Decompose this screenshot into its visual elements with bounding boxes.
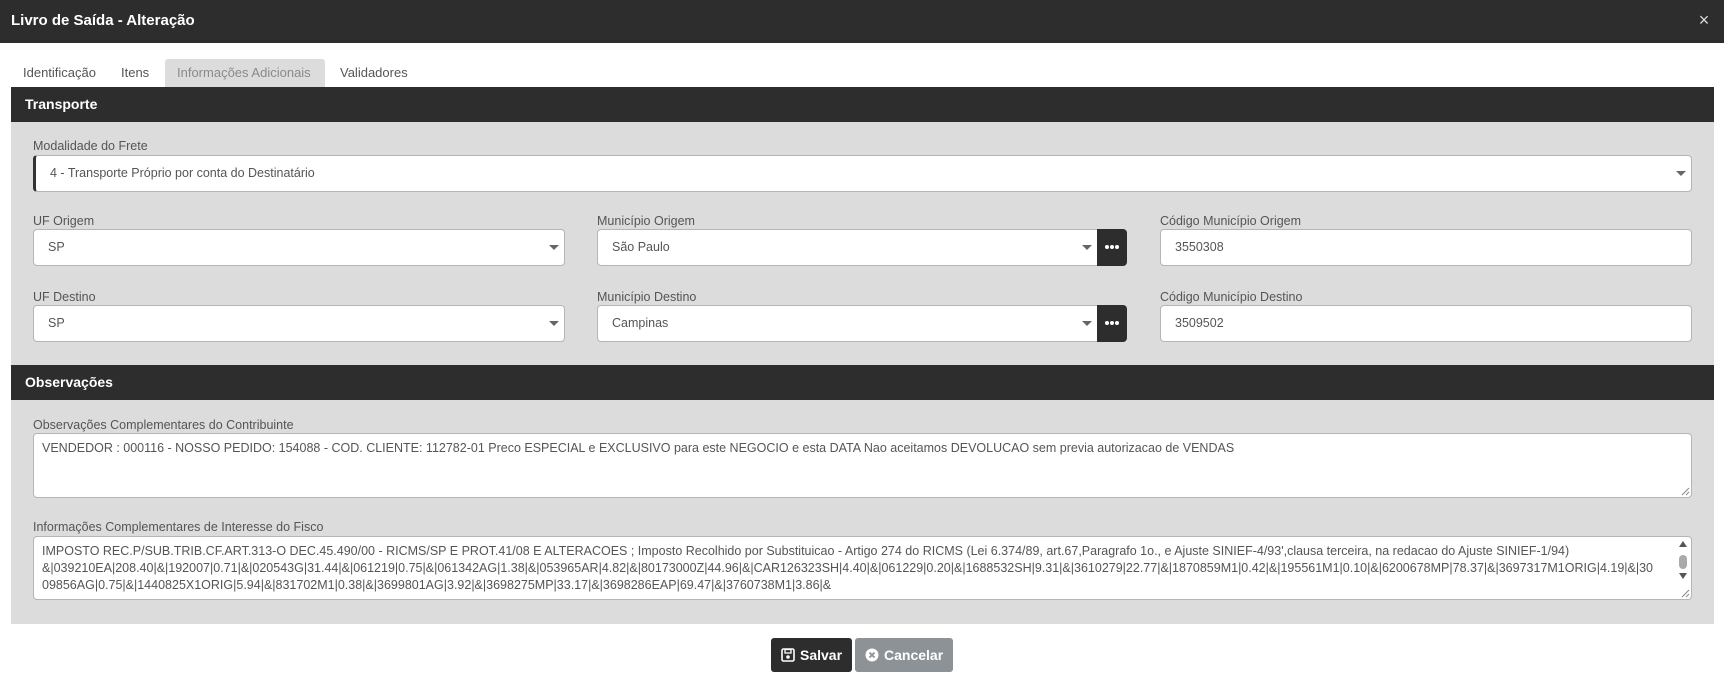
title-bar: Livro de Saída - Alteração × — [0, 0, 1724, 43]
content-panel: Transporte Modalidade do Frete 4 - Trans… — [11, 87, 1714, 624]
scroll-thumb[interactable] — [1679, 555, 1687, 569]
scrollbar[interactable] — [1677, 539, 1689, 595]
tab-identificacao[interactable]: Identificação — [11, 59, 108, 87]
save-button-label: Salvar — [800, 647, 843, 663]
resize-grip-icon[interactable] — [1680, 486, 1690, 496]
window-title: Livro de Saída - Alteração — [11, 12, 195, 29]
uf-destino-label: UF Destino — [33, 290, 96, 304]
close-icon[interactable]: × — [1694, 10, 1714, 30]
observacoes-contribuinte-label: Observações Complementares do Contribuin… — [33, 418, 294, 432]
chevron-down-icon — [549, 321, 559, 326]
tab-itens[interactable]: Itens — [109, 59, 161, 87]
uf-origem-value: SP — [48, 240, 65, 254]
codigo-municipio-destino-input[interactable]: 3509502 — [1160, 305, 1692, 342]
cancel-button-label: Cancelar — [884, 647, 944, 663]
municipio-destino-lookup-button[interactable] — [1097, 305, 1127, 342]
municipio-origem-select[interactable]: São Paulo — [597, 229, 1100, 266]
chevron-down-icon — [549, 245, 559, 250]
observacoes-contribuinte-text: VENDEDOR : 000116 - NOSSO PEDIDO: 154088… — [42, 441, 1235, 455]
municipio-origem-value: São Paulo — [612, 240, 670, 254]
more-icon — [1105, 321, 1119, 325]
informacoes-fisco-line: &|039210EA|208.40|&|192007|0.71|&|020543… — [42, 561, 1654, 575]
section-header-transporte: Transporte — [11, 87, 1714, 122]
codigo-municipio-destino-label: Código Município Destino — [1160, 290, 1303, 304]
municipio-origem-lookup-button[interactable] — [1097, 229, 1127, 266]
municipio-destino-value: Campinas — [612, 316, 669, 330]
scroll-down-icon[interactable] — [1679, 573, 1687, 579]
uf-destino-value: SP — [48, 316, 65, 330]
save-button[interactable]: Salvar — [771, 638, 852, 672]
chevron-down-icon — [1082, 245, 1092, 250]
chevron-down-icon — [1082, 321, 1092, 326]
chevron-down-icon — [1676, 171, 1686, 176]
codigo-municipio-origem-input[interactable]: 3550308 — [1160, 229, 1692, 266]
codigo-municipio-origem-label: Código Município Origem — [1160, 214, 1302, 228]
cancel-button[interactable]: Cancelar — [855, 638, 953, 672]
uf-origem-label: UF Origem — [33, 214, 95, 228]
modalidade-frete-label: Modalidade do Frete — [33, 139, 148, 153]
modalidade-frete-value: 4 - Transporte Próprio por conta do Dest… — [50, 166, 315, 180]
resize-grip-icon[interactable] — [1680, 588, 1690, 598]
informacoes-fisco-textarea[interactable]: IMPOSTO REC.P/SUB.TRIB.CF.ART.313-O DEC.… — [33, 536, 1692, 600]
observacoes-contribuinte-textarea[interactable]: VENDEDOR : 000116 - NOSSO PEDIDO: 154088… — [33, 433, 1692, 498]
informacoes-fisco-line: 09856AG|0.75|&|1440825X1ORIG|5.94|&|8317… — [42, 578, 832, 592]
tab-validadores[interactable]: Validadores — [328, 59, 420, 87]
save-icon — [781, 648, 795, 662]
more-icon — [1105, 245, 1119, 249]
municipio-origem-label: Município Origem — [597, 214, 695, 228]
section-header-observacoes: Observações — [11, 365, 1714, 400]
tab-informacoes-adicionais[interactable]: Informações Adicionais — [165, 59, 325, 87]
scroll-up-icon[interactable] — [1679, 541, 1687, 547]
informacoes-fisco-line: IMPOSTO REC.P/SUB.TRIB.CF.ART.313-O DEC.… — [42, 544, 1570, 558]
modalidade-frete-select[interactable]: 4 - Transporte Próprio por conta do Dest… — [33, 155, 1692, 192]
municipio-destino-select[interactable]: Campinas — [597, 305, 1100, 342]
uf-destino-select[interactable]: SP — [33, 305, 565, 342]
cancel-icon — [865, 648, 879, 662]
informacoes-fisco-label: Informações Complementares de Interesse … — [33, 520, 324, 534]
municipio-destino-label: Município Destino — [597, 290, 697, 304]
uf-origem-select[interactable]: SP — [33, 229, 565, 266]
